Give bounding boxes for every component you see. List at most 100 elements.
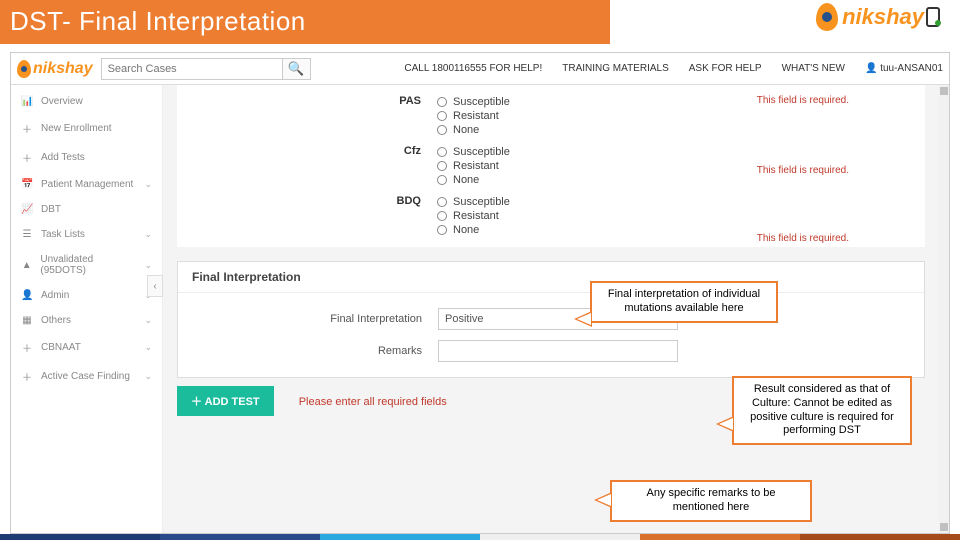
plus-icon: ＋ <box>21 340 33 355</box>
final-interpretation-panel: Final Interpretation Final Interpretatio… <box>177 261 925 378</box>
search-input[interactable] <box>102 59 282 79</box>
user-icon: 👤 <box>21 290 33 301</box>
callout-text: Final interpretation of individual mutat… <box>608 288 760 314</box>
radio-icon <box>437 125 447 135</box>
plus-icon: ＋ <box>21 150 33 165</box>
search-icon: 🔍 <box>288 61 305 76</box>
chart-icon: 📈 <box>21 204 33 215</box>
sidebar-item-unvalidated[interactable]: ▲ Unvalidated (95DOTS) ⌄ <box>11 247 162 283</box>
sidebar-item-label: Overview <box>41 96 83 107</box>
user-name: tuu-ANSAN01 <box>880 63 943 74</box>
sidebar-item-dbt[interactable]: 📈DBT <box>11 197 162 222</box>
sidebar-item-overview[interactable]: 📊 Overview <box>11 89 162 114</box>
footer-color-bars <box>0 534 960 540</box>
radio-icon <box>437 111 447 121</box>
sidebar-item-active-case[interactable]: ＋Active Case Finding⌄ <box>11 362 162 391</box>
panel-title: Final Interpretation <box>178 262 924 293</box>
option-susceptible[interactable]: Susceptible <box>437 195 925 209</box>
sidebar-item-add-tests[interactable]: ＋Add Tests <box>11 143 162 172</box>
top-nav: nikshay 🔍 CALL 1800116555 FOR HELP! TRAI… <box>11 53 949 85</box>
ask-help-link[interactable]: ASK FOR HELP <box>689 63 762 74</box>
radio-icon <box>437 161 447 171</box>
option-text: Susceptible <box>453 96 510 108</box>
sidebar-item-admin[interactable]: 👤Admin⌄ <box>11 283 162 308</box>
dashboard-icon: 📊 <box>21 96 33 107</box>
vertical-scrollbar[interactable] <box>939 85 949 533</box>
radio-icon <box>437 197 447 207</box>
option-resistant[interactable]: Resistant <box>437 159 925 173</box>
chevron-down-icon: ⌄ <box>144 315 152 326</box>
radio-icon <box>437 97 447 107</box>
plus-icon: ＋ <box>21 121 33 136</box>
help-line-link[interactable]: CALL 1800116555 FOR HELP! <box>404 63 542 74</box>
final-interpretation-row: Final Interpretation <box>192 303 910 335</box>
brand-logo[interactable]: nikshay <box>17 60 93 78</box>
field-error: This field is required. <box>757 95 849 106</box>
warning-icon: ▲ <box>21 260 32 271</box>
drug-label: PAS <box>177 95 437 107</box>
sidebar-item-patient-management[interactable]: 📅Patient Management⌄ <box>11 172 162 197</box>
sidebar-item-label: Active Case Finding <box>41 371 130 382</box>
option-text: None <box>453 224 479 236</box>
chevron-down-icon: ⌄ <box>144 371 152 382</box>
app-screenshot: nikshay 🔍 CALL 1800116555 FOR HELP! TRAI… <box>10 52 950 534</box>
callout-text: Result considered as that of Culture: Ca… <box>750 383 894 436</box>
training-link[interactable]: TRAINING MATERIALS <box>562 63 669 74</box>
option-text: Susceptible <box>453 146 510 158</box>
sidebar-item-others[interactable]: ▦ Others ⌄ <box>11 308 162 333</box>
add-test-button[interactable]: ＋ ADD TEST <box>177 386 274 416</box>
sidebar-item-task-lists[interactable]: ☰ Task Lists ⌄ <box>11 222 162 247</box>
list-icon: ☰ <box>21 229 33 240</box>
brand-logo-corner: nikshay <box>816 3 940 31</box>
sidebar-item-label: Unvalidated (95DOTS) <box>40 254 136 276</box>
search-group: 🔍 <box>101 58 311 80</box>
option-resistant[interactable]: Resistant <box>437 209 925 223</box>
option-susceptible[interactable]: Susceptible <box>437 95 925 109</box>
option-resistant[interactable]: Resistant <box>437 109 925 123</box>
option-text: None <box>453 174 479 186</box>
main-content: PAS Susceptible Resistant None This fiel… <box>163 85 939 533</box>
chevron-down-icon: ⌄ <box>144 179 152 190</box>
option-text: Resistant <box>453 160 499 172</box>
chevron-down-icon: ⌄ <box>144 342 152 353</box>
callout-text: Any specific remarks to be mentioned her… <box>647 487 776 513</box>
drug-row-bdq: BDQ Susceptible Resistant None This fiel… <box>177 191 925 241</box>
sidebar-item-label: Patient Management <box>41 179 133 190</box>
drug-row-pas: PAS Susceptible Resistant None This fiel… <box>177 91 925 141</box>
whats-new-link[interactable]: WHAT'S NEW <box>782 63 845 74</box>
radio-icon <box>437 211 447 221</box>
option-text: None <box>453 124 479 136</box>
remarks-input[interactable] <box>438 340 678 362</box>
callout-remarks: Any specific remarks to be mentioned her… <box>610 480 812 522</box>
drug-label: BDQ <box>177 195 437 207</box>
field-error: This field is required. <box>757 233 849 244</box>
option-text: Susceptible <box>453 196 510 208</box>
field-label: Final Interpretation <box>192 313 438 325</box>
drug-row-cfz: Cfz Susceptible Resistant None This fiel… <box>177 141 925 191</box>
user-menu[interactable]: 👤 tuu-ANSAN01 <box>865 63 943 74</box>
chevron-down-icon: ⌄ <box>144 260 152 271</box>
sidebar-item-label: CBNAAT <box>41 342 81 353</box>
grid-icon: ▦ <box>21 315 33 326</box>
drug-list: PAS Susceptible Resistant None This fiel… <box>177 85 925 247</box>
sidebar-item-label: Task Lists <box>41 229 85 240</box>
radio-icon <box>437 147 447 157</box>
sidebar-item-cbnaat[interactable]: ＋ CBNAAT ⌄ <box>11 333 162 362</box>
option-none[interactable]: None <box>437 223 925 237</box>
sidebar-collapse-button[interactable]: ‹ <box>147 275 163 297</box>
logo-text: nikshay <box>842 4 924 30</box>
chevron-down-icon: ⌄ <box>144 229 152 240</box>
option-none[interactable]: None <box>437 123 925 137</box>
search-button[interactable]: 🔍 <box>282 59 310 79</box>
top-nav-links: CALL 1800116555 FOR HELP! TRAINING MATER… <box>404 63 943 74</box>
option-none[interactable]: None <box>437 173 925 187</box>
phone-icon <box>926 7 940 27</box>
sidebar-item-label: Admin <box>41 290 69 301</box>
option-text: Resistant <box>453 110 499 122</box>
sidebar-item-new-enrollment[interactable]: ＋New Enrollment <box>11 114 162 143</box>
sidebar-item-label: Others <box>41 315 71 326</box>
logo-eye-icon <box>17 60 31 78</box>
option-susceptible[interactable]: Susceptible <box>437 145 925 159</box>
drug-label: Cfz <box>177 145 437 157</box>
option-text: Resistant <box>453 210 499 222</box>
